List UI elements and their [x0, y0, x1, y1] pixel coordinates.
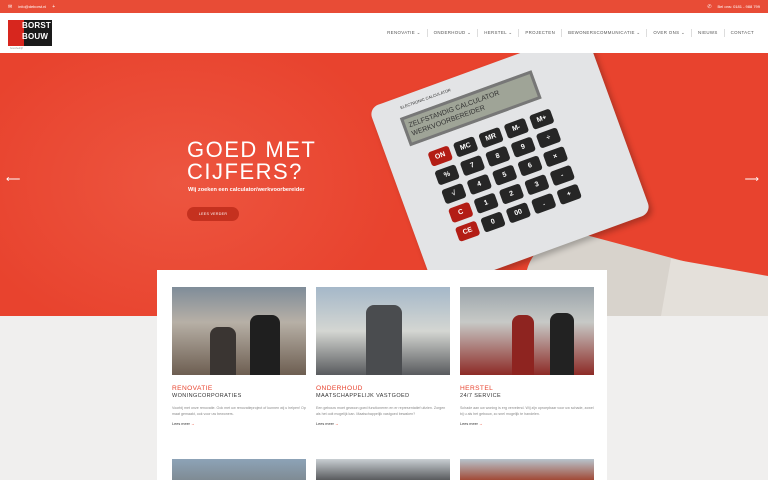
calculator-key: + [556, 183, 583, 206]
nav-item-over-ons[interactable]: OVER ONS ⌄ [647, 29, 692, 37]
site-logo[interactable]: BORST BOUW bouwbedrijf [8, 20, 52, 50]
calculator-key: 7 [459, 154, 486, 177]
calculator-key: 0 [480, 211, 506, 233]
site-header: BORST BOUW bouwbedrijf RENOVATIE ⌄ ONDER… [0, 13, 768, 53]
top-bar: ✉ info@deborst.nl + ✆ Bel ons: 0181 - 98… [0, 0, 768, 13]
project-photo[interactable] [460, 459, 594, 480]
topbar-phone[interactable]: Bel ons: 0181 - 988 799 [718, 4, 760, 9]
plus-icon[interactable]: + [52, 4, 55, 10]
hero-subline: Wij zoeken een calculator/werkvoorbereid… [188, 187, 305, 193]
hero-headline-line2: CIJFERS? [187, 159, 303, 184]
calculator-key: . [530, 192, 557, 215]
calculator-key: 4 [466, 173, 493, 196]
chevron-down-icon: ⌄ [508, 30, 513, 35]
nav-item-bewonerscommunicatie[interactable]: BEWONERSCOMMUNICATIE ⌄ [562, 29, 648, 37]
calculator-key: ON [427, 145, 454, 167]
calculator-key: ÷ [535, 127, 562, 149]
projects-row [172, 459, 594, 480]
service-title[interactable]: ONDERHOUD [316, 385, 450, 392]
hero-headline: GOED MET CIJFERS? [187, 139, 316, 183]
main-nav: RENOVATIE ⌄ ONDERHOUD ⌄ HERSTEL ⌄ PROJEC… [381, 29, 760, 37]
renovatie-photo[interactable] [172, 287, 306, 375]
herstel-photo[interactable] [460, 287, 594, 375]
calculator-key: 8 [484, 145, 511, 168]
service-text: Een gebouw moet gewoon goed functioneren… [316, 406, 446, 417]
hero-headline-line1: GOED MET [187, 137, 317, 162]
calculator-key: M- [503, 117, 530, 140]
logo-text-line2: BOUW [22, 32, 49, 41]
nav-item-herstel[interactable]: HERSTEL ⌄ [478, 29, 520, 37]
service-text: Voorbij met onze renovatie. Ook met uw r… [172, 406, 306, 417]
onderhoud-photo[interactable] [316, 287, 450, 375]
nav-item-renovatie[interactable]: RENOVATIE ⌄ [381, 29, 428, 37]
chevron-down-icon: ⌄ [636, 30, 641, 35]
service-herstel: HERSTEL 24/7 SERVICE Schade aan uw wonin… [460, 287, 594, 426]
calculator-key: 00 [505, 201, 532, 224]
chevron-down-icon: ⌄ [416, 30, 421, 35]
arrow-right-icon: → [479, 422, 483, 427]
chevron-down-icon: ⌄ [680, 30, 685, 35]
chevron-down-icon: ⌄ [467, 30, 472, 35]
calculator-body: ELECTRONIC CALCULATOR ZELFSTANDIG CALCUL… [368, 53, 652, 292]
service-title[interactable]: RENOVATIE [172, 385, 306, 392]
slider-prev-arrow-icon[interactable]: ⟵ [6, 174, 20, 185]
logo-tagline: bouwbedrijf [10, 47, 23, 50]
service-renovatie: RENOVATIE WONINGCORPORATIES Voorbij met … [172, 287, 306, 426]
slider-next-arrow-icon[interactable]: ⟶ [745, 174, 759, 185]
calculator-key: 5 [491, 164, 518, 187]
hero-read-more-button[interactable]: LEES VERDER [187, 207, 239, 221]
arrow-right-icon: → [335, 422, 339, 427]
mail-icon: ✉ [8, 3, 13, 10]
logo-text-line1: BORST [22, 21, 51, 30]
calculator-key: - [549, 164, 576, 187]
read-more-link[interactable]: Lees meer → [460, 422, 594, 426]
nav-item-nieuws[interactable]: NIEUWS [692, 29, 725, 37]
calculator-key: MR [478, 126, 504, 149]
calculator-key: 9 [510, 136, 537, 158]
service-subtitle: WONINGCORPORATIES [172, 393, 242, 399]
service-title[interactable]: HERSTEL [460, 385, 594, 392]
calculator-key: 3 [524, 173, 550, 196]
project-photo[interactable] [172, 459, 306, 480]
services-row: RENOVATIE WONINGCORPORATIES Voorbij met … [172, 287, 594, 426]
calculator-key: × [542, 145, 569, 168]
calculator-key: 6 [517, 155, 543, 177]
nav-item-onderhoud[interactable]: ONDERHOUD ⌄ [428, 29, 479, 37]
calculator-key: % [434, 164, 461, 186]
nav-item-contact[interactable]: CONTACT [725, 29, 760, 37]
topbar-email-link[interactable]: info@deborst.nl [18, 4, 46, 9]
calculator-key: C [447, 201, 474, 224]
service-text: Schade aan uw woning is erg vervelend. W… [460, 406, 594, 417]
calculator-key: MC [452, 136, 479, 158]
calculator-key: 1 [473, 192, 500, 215]
glove-cuff-image [660, 258, 768, 316]
service-onderhoud: ONDERHOUD MAATSCHAPPELIJK VASTGOED Een g… [316, 287, 450, 426]
calculator-key: M+ [528, 108, 555, 130]
read-more-link[interactable]: Lees meer → [316, 422, 450, 426]
service-subtitle: 24/7 SERVICE [460, 393, 502, 399]
service-subtitle: MAATSCHAPPELIJK VASTGOED [316, 393, 410, 399]
nav-item-projecten[interactable]: PROJECTEN [519, 29, 563, 37]
calculator-key: 2 [498, 183, 525, 205]
calculator-image: ELECTRONIC CALCULATOR ZELFSTANDIG CALCUL… [368, 53, 652, 292]
calculator-key: √ [441, 182, 467, 205]
project-photo[interactable] [316, 459, 450, 480]
phone-icon: ✆ [707, 3, 712, 10]
calculator-key: CE [454, 220, 481, 243]
arrow-right-icon: → [191, 422, 195, 427]
read-more-link[interactable]: Lees meer → [172, 422, 306, 426]
